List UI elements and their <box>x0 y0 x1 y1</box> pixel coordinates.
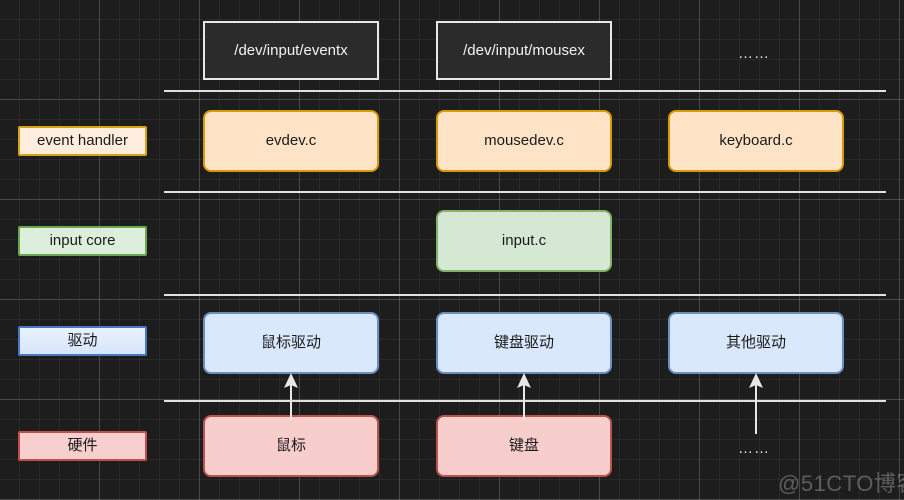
legend-driver: 驱动 <box>18 326 147 356</box>
node-other-driver[interactable]: 其他驱动 <box>668 312 844 374</box>
arrow-mouse-to-driver <box>284 373 298 420</box>
node-mouse-hardware[interactable]: 鼠标 <box>203 415 379 477</box>
node-keyboard-c[interactable]: keyboard.c <box>668 110 844 172</box>
legend-hardware: 硬件 <box>18 431 147 461</box>
node-keyboard-c-label: keyboard.c <box>719 132 793 149</box>
legend-event-handler-label: event handler <box>37 132 128 149</box>
node-input-c[interactable]: input.c <box>436 210 612 272</box>
hardware-ellipsis: …… <box>738 440 770 457</box>
device-node-eventx-label: /dev/input/eventx <box>234 41 348 59</box>
node-mousedev-c[interactable]: mousedev.c <box>436 110 612 172</box>
divider-inputcore-driver <box>164 294 886 296</box>
node-keyboard-driver-label: 键盘驱动 <box>493 334 554 351</box>
divider-device-eventhandler <box>164 90 886 92</box>
divider-eventhandler-inputcore <box>164 191 886 193</box>
node-mousedev-c-label: mousedev.c <box>484 132 564 149</box>
legend-input-core: input core <box>18 226 147 256</box>
node-keyboard-hardware[interactable]: 键盘 <box>436 415 612 477</box>
legend-driver-label: 驱动 <box>67 332 98 349</box>
diagram-canvas: /dev/input/eventx /dev/input/mousex …… e… <box>0 0 904 500</box>
arrow-other-to-driver <box>749 373 763 434</box>
device-node-mousex[interactable]: /dev/input/mousex <box>436 21 612 80</box>
node-keyboard-driver[interactable]: 键盘驱动 <box>436 312 612 374</box>
watermark: @51CTO博客 <box>778 471 904 496</box>
node-input-c-label: input.c <box>501 232 547 249</box>
node-keyboard-hardware-label: 键盘 <box>508 437 539 454</box>
node-mouse-hardware-label: 鼠标 <box>275 437 306 454</box>
node-evdev-c[interactable]: evdev.c <box>203 110 379 172</box>
node-mouse-driver[interactable]: 鼠标驱动 <box>203 312 379 374</box>
arrow-keyboard-to-driver <box>517 373 531 420</box>
node-evdev-c-label: evdev.c <box>265 132 317 149</box>
node-other-driver-label: 其他驱动 <box>725 334 786 351</box>
node-mouse-driver-label: 鼠标驱动 <box>260 334 321 351</box>
legend-hardware-label: 硬件 <box>67 437 98 454</box>
legend-input-core-label: input core <box>49 232 116 249</box>
legend-event-handler: event handler <box>18 126 147 156</box>
device-node-mousex-label: /dev/input/mousex <box>463 41 585 59</box>
device-node-ellipsis: …… <box>738 45 770 62</box>
device-node-eventx[interactable]: /dev/input/eventx <box>203 21 379 80</box>
